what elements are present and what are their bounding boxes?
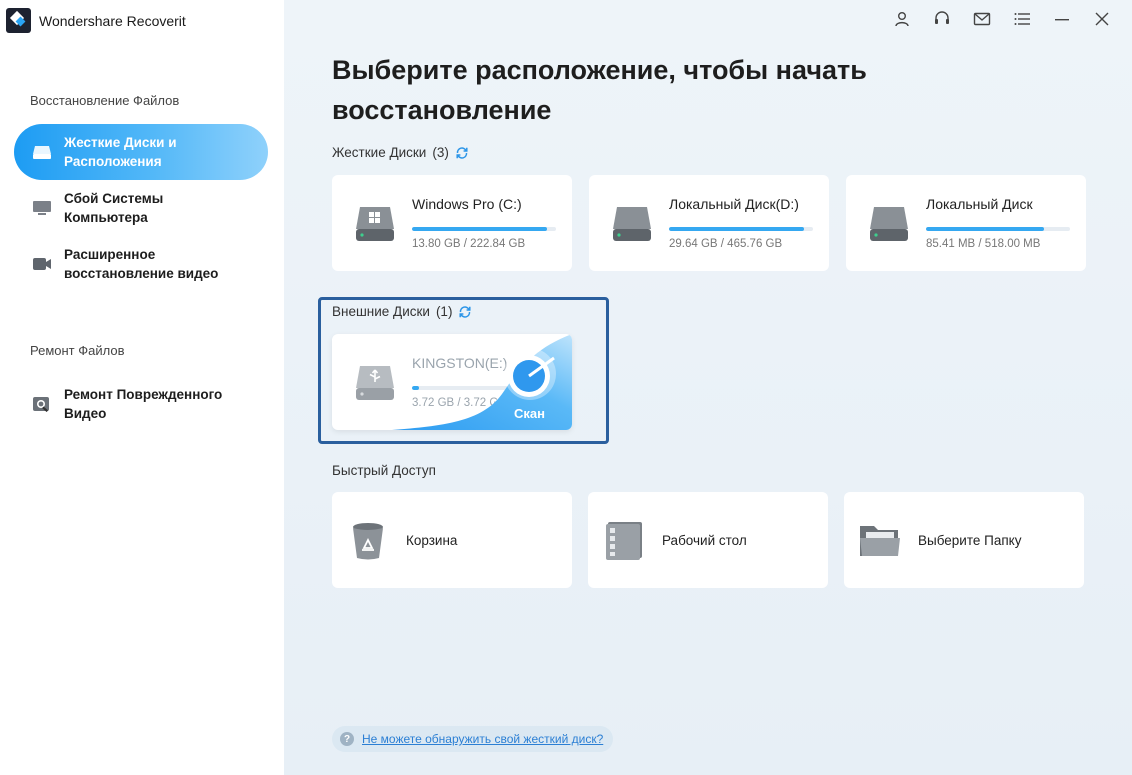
quick-access-label: Выберите Папку (918, 532, 1022, 548)
windows-drive-icon (356, 207, 394, 241)
sidebar: Wondershare Recoverit Восстановление Фай… (0, 0, 284, 775)
app-title: Wondershare Recoverit (6, 8, 186, 33)
quick-access-label: Корзина (406, 532, 458, 548)
sidebar-item-label: Сбой Системы Компьютера (64, 191, 164, 225)
sidebar-item-video-recovery[interactable]: Расширенное восстановление видео (14, 236, 268, 292)
hard-drives-label: Жесткие Диски (332, 145, 427, 160)
video-camera-icon (33, 258, 51, 270)
minimize-icon (1055, 19, 1069, 21)
external-drives-label: Внешние Диски (332, 304, 430, 319)
close-icon (1095, 12, 1109, 26)
quick-access-label: Рабочий стол (662, 532, 747, 548)
computer-monitor-icon (33, 201, 51, 215)
quick-access-label: Быстрый Доступ (332, 463, 436, 478)
headset-icon (935, 11, 949, 24)
help-pill[interactable]: ? Не можете обнаружить свой жесткий диск… (332, 726, 614, 752)
page-title: Выберите расположение, чтобы начать восс… (332, 55, 867, 125)
drive-usage-fill (926, 227, 1045, 231)
account-button[interactable] (882, 8, 922, 30)
drive-card-d[interactable]: Локальный Диск(D:) 29.64 GB / 465.76 GB (589, 175, 829, 271)
menu-list-icon (1014, 13, 1030, 25)
drive-size: 85.41 MB / 518.00 MB (926, 238, 1041, 250)
user-icon (895, 12, 909, 27)
drive-name: Windows Pro (C:) (412, 196, 522, 212)
sidebar-item-label: Ремонт Поврежденного Видео (64, 387, 223, 421)
question-icon: ? (340, 732, 354, 746)
desktop-icon (606, 522, 642, 560)
close-button[interactable] (1082, 8, 1122, 30)
external-drives-count: (1) (435, 304, 453, 319)
refresh-icon[interactable] (458, 305, 472, 319)
drive-usage-bar (926, 227, 1070, 231)
drive-usage-bar (412, 227, 556, 231)
drive-usage-fill (669, 227, 805, 231)
video-repair-icon (33, 397, 49, 412)
hard-drive-icon (870, 207, 908, 241)
sidebar-item-label: Жесткие Диски и Расположения (64, 135, 177, 169)
drive-name: Локальный Диск (926, 196, 1033, 212)
quick-access-desktop[interactable]: Рабочий стол (588, 492, 828, 588)
quick-access-select-folder[interactable]: Выберите Папку (844, 492, 1084, 588)
drive-usage-fill (412, 227, 548, 231)
hard-drives-count: (3) (432, 145, 449, 160)
refresh-icon[interactable] (455, 146, 469, 160)
minimize-button[interactable] (1042, 8, 1082, 30)
drive-card-local[interactable]: Локальный Диск 85.41 MB / 518.00 MB (846, 175, 1086, 271)
drive-name: Локальный Диск(D:) (669, 196, 799, 212)
drive-card-kingston[interactable]: KINGSTON(E:) 3.72 GB / 3.72 GB Скан (332, 334, 572, 430)
section-label-recovery: Восстановление Файлов (30, 93, 180, 108)
recoverit-logo-icon (6, 8, 31, 33)
sidebar-item-system-crash[interactable]: Сбой Системы Компьютера (14, 180, 268, 236)
feedback-button[interactable] (962, 8, 1002, 30)
quick-access-recycle-bin[interactable]: Корзина (332, 492, 572, 588)
support-button[interactable] (922, 8, 962, 30)
hard-drive-icon (613, 207, 651, 241)
sidebar-item-hard-drives[interactable]: Жесткие Диски и Расположения (14, 124, 268, 180)
menu-button[interactable] (1002, 8, 1042, 30)
cannot-find-drive-link[interactable]: Не можете обнаружить свой жесткий диск? (362, 732, 603, 746)
recycle-bin-icon (353, 523, 383, 560)
sidebar-item-video-repair[interactable]: Ремонт Поврежденного Видео (14, 376, 268, 432)
external-drives-header: Внешние Диски (1) (332, 304, 472, 319)
section-label-repair: Ремонт Файлов (30, 343, 125, 358)
window-toolbar (882, 8, 1122, 30)
mail-icon (973, 12, 991, 26)
app-name: Wondershare Recoverit (39, 12, 186, 29)
drive-card-c[interactable]: Windows Pro (C:) 13.80 GB / 222.84 GB (332, 175, 572, 271)
folder-icon (860, 526, 900, 556)
drive-usage-bar (669, 227, 813, 231)
drive-size: 13.80 GB / 222.84 GB (412, 238, 526, 250)
sidebar-item-label: Расширенное восстановление видео (64, 247, 219, 281)
main-panel: Выберите расположение, чтобы начать восс… (284, 0, 1132, 775)
hard-drive-icon (33, 146, 51, 159)
hard-drives-header: Жесткие Диски (3) (332, 145, 469, 160)
scan-button[interactable]: Скан (514, 406, 545, 421)
drive-size: 29.64 GB / 465.76 GB (669, 238, 783, 250)
